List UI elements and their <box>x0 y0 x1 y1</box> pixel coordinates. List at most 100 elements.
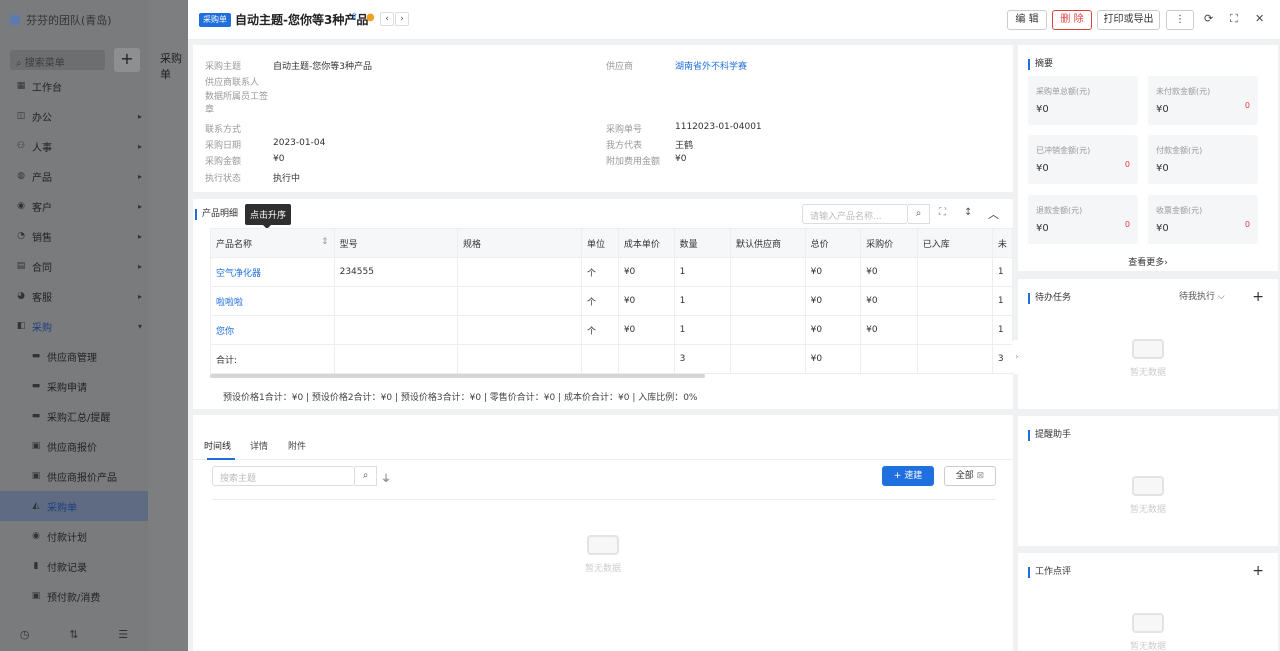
sort-icon[interactable]: ⇅ <box>69 628 78 641</box>
quick-create-button[interactable]: + 速建 <box>882 466 934 486</box>
column-header[interactable]: 型号 <box>333 228 458 258</box>
table-cell: 个 <box>580 315 619 345</box>
add-comment-icon[interactable]: + <box>1252 563 1264 579</box>
print-export-button[interactable]: 打印或导出 <box>1097 10 1160 30</box>
todo-filter-dropdown[interactable]: 待我执行 ⌵ <box>1179 289 1225 302</box>
nav-item-purchase[interactable]: ◧ 采购 ▾ <box>0 311 148 341</box>
stat-label: 已冲销金额(元) <box>1036 146 1091 155</box>
product-section-title: 产品明细 <box>195 209 238 220</box>
table-cell: 3 <box>991 344 1013 374</box>
history-icon[interactable]: ◷ <box>20 628 30 641</box>
people-icon: ⚇ <box>16 141 26 151</box>
tab-timeline[interactable]: 时间线 <box>204 439 231 452</box>
nav-item-product[interactable]: ◍ 产品 ▸ <box>0 161 148 191</box>
nav-label: 产品 <box>32 172 52 184</box>
sort-icon[interactable]: ⇕ <box>321 237 329 247</box>
product-search-input[interactable]: 请输入产品名称... <box>802 204 908 224</box>
nav-subitem-quote[interactable]: ▣ 供应商报价 <box>0 431 148 461</box>
table-cell: ¥0 <box>617 315 675 345</box>
stat-card: 未付款金额(元) ¥0 0 <box>1148 76 1258 125</box>
star-icon[interactable]: ● <box>366 12 375 23</box>
product-name-link[interactable]: 啦啦啦 <box>210 286 335 316</box>
nav-item-office[interactable]: ◫ 办公 ▸ <box>0 101 148 131</box>
collapse-icon[interactable]: ︿ <box>988 206 999 222</box>
refresh-icon[interactable]: ⟳ <box>1204 12 1213 25</box>
resize-icon[interactable]: ↕ <box>964 207 972 218</box>
collapse-menu-icon[interactable]: ☰ <box>118 628 128 641</box>
prev-record-button[interactable]: ‹ <box>380 12 394 26</box>
column-header[interactable]: 采购价 <box>860 228 918 258</box>
column-header[interactable]: 规格 <box>456 228 582 258</box>
add-button[interactable]: + <box>114 48 140 72</box>
field-label: 采购主题 <box>205 62 242 72</box>
timeline-card: 时间线 详情 附件 搜索主题 ⌕ ⏚ + 速建 全部 ⊠ 暂无数据 <box>193 415 1013 651</box>
product-name-link[interactable]: 您你 <box>210 315 335 345</box>
empty-text: 暂无数据 <box>584 564 621 574</box>
field-value: ¥0 <box>675 154 687 164</box>
table-row: 啦啦啦 个 ¥0 1 ¥0 ¥0 1 <box>210 286 1013 316</box>
stat-value: ¥0 <box>1036 163 1049 174</box>
filter-all-button[interactable]: 全部 ⊠ <box>944 466 996 486</box>
filter-icon[interactable]: ⏚ <box>381 470 391 485</box>
column-header[interactable]: 总价 <box>804 228 862 258</box>
nav-item-contract[interactable]: ▤ 合同 ▸ <box>0 251 148 281</box>
table-cell <box>730 344 806 374</box>
product-name-link[interactable]: 空气净化器 <box>210 257 335 287</box>
nav-item-hr[interactable]: ⚇ 人事 ▸ <box>0 131 148 161</box>
share-icon[interactable]: ⇪ <box>350 12 358 23</box>
column-header[interactable]: 单位 <box>580 228 619 258</box>
column-header[interactable]: 产品名称 ⇕ <box>210 228 335 258</box>
nav-subitem-quote-product[interactable]: ▣ 供应商报价产品 <box>0 461 148 491</box>
comment-empty-state: 暂无数据 <box>1118 613 1178 651</box>
fullscreen-icon[interactable]: ⛶ <box>1230 12 1238 26</box>
search-icon[interactable]: ⌕ <box>355 466 377 486</box>
supplier-link[interactable]: 湖南省外不科学赛 <box>675 59 747 72</box>
column-header[interactable]: 默认供应商 <box>730 228 806 258</box>
close-icon[interactable]: ✕ <box>1255 12 1264 25</box>
column-header[interactable]: 成本单价 <box>617 228 675 258</box>
column-header[interactable]: 已入库 <box>916 228 993 258</box>
nav-item-customer[interactable]: ◉ 客户 ▸ <box>0 191 148 221</box>
tab-attachments[interactable]: 附件 <box>288 439 306 452</box>
empty-box-icon <box>587 535 619 555</box>
table-cell: ¥0 <box>804 257 862 287</box>
menu-search-input[interactable]: ⌕ 搜索菜单 <box>10 50 105 70</box>
fullscreen-icon[interactable]: ⛶ <box>939 207 946 218</box>
chevron-down-icon: ▾ <box>137 321 142 331</box>
timeline-search-input[interactable]: 搜索主题 <box>212 466 355 486</box>
view-more-link[interactable]: 查看更多› <box>1018 255 1278 268</box>
nav-item-service[interactable]: ◕ 客服 ▸ <box>0 281 148 311</box>
nav-subitem-supplier[interactable]: ▬ 供应商管理 <box>0 341 148 371</box>
table-cell: ¥0 <box>860 257 918 287</box>
table-cell <box>916 344 993 374</box>
team-switcher[interactable]: 芬芬的团队(青岛) <box>10 12 112 28</box>
table-cell: ¥0 <box>617 286 675 316</box>
add-task-icon[interactable]: + <box>1252 289 1264 305</box>
search-icon[interactable]: ⌕ <box>908 204 930 224</box>
table-cell <box>730 286 806 316</box>
stat-extra: 0 <box>1124 160 1130 169</box>
table-cell: 个 <box>580 257 619 287</box>
table-cell: ¥0 <box>804 315 862 345</box>
nav-subitem-prepay[interactable]: ▣ 预付款/消费 <box>0 581 148 611</box>
delete-button[interactable]: 删 除 <box>1052 10 1092 30</box>
column-header[interactable]: 数量 <box>673 228 732 258</box>
active-tab-indicator <box>207 458 235 460</box>
edit-button[interactable]: 编 辑 <box>1007 10 1047 30</box>
field-value: 2023-01-04 <box>273 138 326 148</box>
nav-subitem-request[interactable]: ▬ 采购申请 <box>0 371 148 401</box>
tab-details[interactable]: 详情 <box>250 439 268 452</box>
column-label: 产品名称 <box>216 239 253 250</box>
nav-subitem-payment-plan[interactable]: ◉ 付款计划 <box>0 521 148 551</box>
nav-subitem-summary[interactable]: ▬ 采购汇总/提醒 <box>0 401 148 431</box>
nav-item-sales[interactable]: ◔ 销售 ▸ <box>0 221 148 251</box>
column-header[interactable]: 未 <box>991 228 1013 258</box>
nav-subitem-payment-record[interactable]: ▮ 付款记录 <box>0 551 148 581</box>
horizontal-scrollbar[interactable] <box>210 374 705 378</box>
table-cell: 1 <box>673 315 732 345</box>
nav-item-workbench[interactable]: ▦ 工作台 <box>0 71 148 101</box>
nav-subitem-purchase-order[interactable]: ◭ 采购单 <box>0 491 148 521</box>
product-icon: ◍ <box>17 171 25 181</box>
more-button[interactable]: ⋮ <box>1166 10 1194 30</box>
next-record-button[interactable]: › <box>395 12 409 26</box>
